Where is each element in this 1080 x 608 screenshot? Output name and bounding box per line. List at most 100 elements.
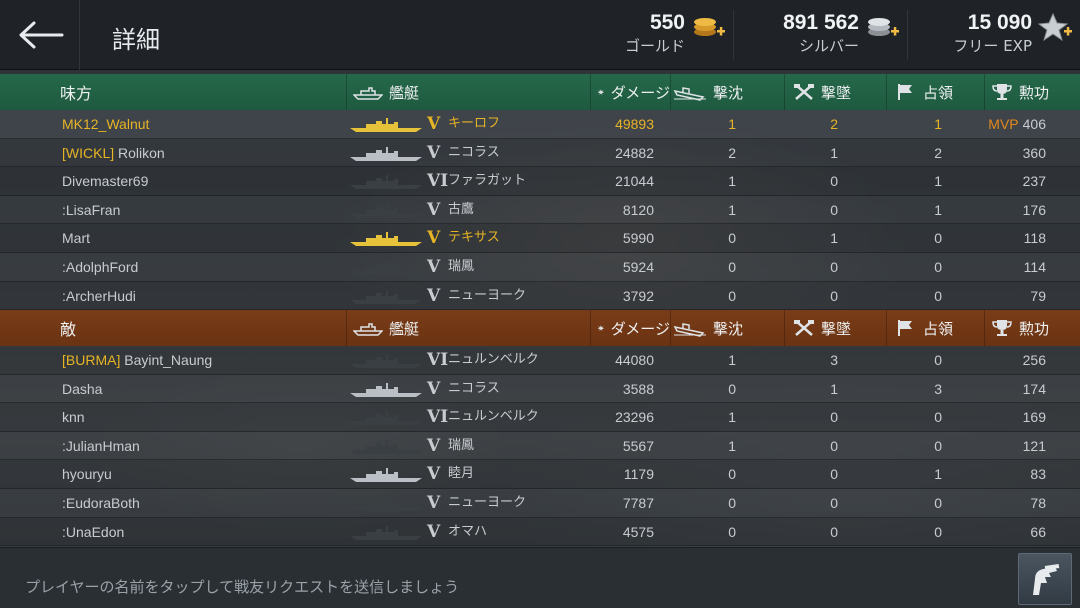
col-capture[interactable]: 占領 — [886, 74, 984, 110]
footer-bar: プレイヤーの名前をタップして戦友リクエストを送信しましょう — [0, 547, 1080, 608]
silver-label: シルバー — [798, 37, 859, 55]
player-name[interactable]: Mart — [62, 224, 90, 252]
capture-value: 0 — [934, 495, 942, 511]
player-name[interactable]: :LisaFran — [62, 196, 120, 224]
damage-value: 1179 — [623, 466, 654, 483]
player-row[interactable]: Dasha V ニコラス 3588 0 1 3 174 — [0, 374, 1080, 404]
friend-request-button[interactable] — [1018, 553, 1072, 605]
merit-value: 169 — [984, 403, 1046, 431]
player-row[interactable]: knn VI ニュルンベルク 23296 1 0 0 169 — [0, 403, 1080, 432]
kills-value: 2 — [728, 144, 736, 161]
kills-value: 1 — [728, 352, 736, 368]
col-capture[interactable]: 占領 — [886, 310, 984, 346]
merit-number: 79 — [1030, 287, 1046, 304]
merit-value: 360 — [984, 139, 1046, 167]
merit-number: 360 — [1022, 144, 1046, 161]
col-ship[interactable]: 艦艇 — [346, 310, 590, 346]
damage-value: 49893 — [615, 116, 654, 132]
merit-value: 174 — [984, 375, 1046, 403]
player-row[interactable]: Divemaster69 VI ファラガット 21044 1 0 1 237 — [0, 167, 1080, 196]
col-kills[interactable]: 撃沈 — [670, 74, 784, 110]
merit-number: 66 — [1030, 523, 1046, 540]
sinking-ship-icon — [673, 87, 706, 101]
player-name[interactable]: hyouryu — [62, 460, 112, 488]
footer-hint: プレイヤーの名前をタップして戦友リクエストを送信しましょう — [25, 578, 460, 596]
ship-tier: V — [427, 435, 441, 456]
player-name[interactable]: [WICKL] Rolikon — [62, 139, 165, 167]
kills-value: 0 — [728, 466, 736, 483]
player-row[interactable]: Mart V テキサス 5990 0 1 0 118 — [0, 224, 1080, 253]
explosion-icon — [597, 89, 605, 95]
player-name[interactable]: Divemaster69 — [62, 167, 148, 195]
gold-label: ゴールド — [624, 37, 685, 55]
gold-coins-icon — [694, 18, 725, 36]
player-row[interactable]: hyouryu V 睦月 1179 0 0 1 83 — [0, 460, 1080, 489]
col-merit-label: 勲功 — [1019, 83, 1050, 102]
player-row[interactable]: :UnaEdon V オマハ 4575 0 0 0 66 — [0, 517, 1080, 547]
col-kills[interactable]: 撃沈 — [670, 310, 784, 346]
friend-request-icon — [1033, 564, 1060, 595]
col-merit[interactable]: 勲功 — [984, 74, 1080, 110]
player-row[interactable]: :LisaFran V 古鷹 8120 1 0 1 176 — [0, 195, 1080, 225]
merit-value: 79 — [984, 282, 1046, 310]
col-merit[interactable]: 勲功 — [984, 310, 1080, 346]
col-planes[interactable]: 撃墜 — [784, 74, 886, 110]
player-row[interactable]: :JulianHman V 瑞鳳 5567 1 0 0 121 — [0, 431, 1080, 461]
merit-value: 176 — [984, 196, 1046, 224]
player-name[interactable]: :JulianHman — [62, 432, 140, 460]
merit-value: 66 — [984, 518, 1046, 546]
col-planes[interactable]: 撃墜 — [784, 310, 886, 346]
kills-value: 0 — [728, 523, 736, 540]
player-name-text: :UnaEdon — [62, 523, 125, 540]
col-planes-label: 撃墜 — [821, 83, 852, 102]
back-arrow-icon — [19, 21, 63, 49]
col-damage[interactable]: ダメージ — [590, 74, 670, 110]
player-name[interactable]: Dasha — [62, 375, 102, 403]
player-name[interactable]: :ArcherHudi — [62, 282, 136, 310]
back-button[interactable] — [0, 0, 80, 70]
col-ship[interactable]: 艦艇 — [346, 74, 590, 110]
ship-silhouette-icon — [350, 175, 422, 190]
silver-balance[interactable]: 891 562 シルバー — [734, 10, 908, 60]
merit-value: 121 — [984, 432, 1046, 460]
player-name[interactable]: :EudoraBoth — [62, 489, 140, 517]
planes-value: 0 — [830, 287, 838, 304]
capture-value: 1 — [934, 116, 942, 132]
free-exp-amount: 15 090 — [967, 11, 1032, 34]
player-row[interactable]: :AdolphFord V 瑞鳳 5924 0 0 0 114 — [0, 253, 1080, 282]
capture-value: 0 — [934, 437, 942, 454]
player-row[interactable]: MK12_Walnut V キーロフ 49893 1 2 1 MVP 406 — [0, 110, 1080, 139]
player-name[interactable]: [BURMA] Bayint_Naung — [62, 346, 212, 374]
ship-silhouette-icon — [350, 203, 422, 218]
player-name[interactable]: knn — [62, 403, 85, 431]
ship-silhouette-icon — [350, 439, 422, 454]
merit-value: 118 — [984, 224, 1046, 252]
ship-silhouette-icon — [350, 497, 422, 511]
col-ship-label: 艦艇 — [389, 319, 420, 338]
ship-silhouette-icon — [350, 232, 422, 247]
player-name[interactable]: :UnaEdon — [62, 518, 124, 546]
player-name-text: MK12_Walnut — [62, 116, 150, 132]
planes-value: 1 — [830, 230, 838, 247]
damage-value: 5567 — [622, 437, 654, 454]
player-row[interactable]: :ArcherHudi V ニューヨーク 3792 0 0 0 79 — [0, 281, 1080, 311]
player-name[interactable]: MK12_Walnut — [62, 110, 149, 138]
capture-value: 2 — [934, 144, 942, 161]
gold-balance[interactable]: 550 ゴールド — [600, 10, 734, 60]
col-damage[interactable]: ダメージ — [590, 310, 670, 346]
planes-value: 0 — [830, 173, 838, 190]
free-exp-balance[interactable]: 15 090 フリー EXP — [908, 10, 1080, 60]
player-name-text: :LisaFran — [62, 201, 121, 218]
player-row[interactable]: :EudoraBoth V ニューヨーク 7787 0 0 0 78 — [0, 489, 1080, 518]
player-row[interactable]: [BURMA] Bayint_Naung VI ニュルンベルク 44080 1 3 0 256 — [0, 346, 1080, 375]
merit-number: 174 — [1022, 380, 1046, 397]
merit-number: 169 — [1022, 409, 1046, 426]
player-name[interactable]: :AdolphFord — [62, 253, 138, 281]
player-row[interactable]: [WICKL] Rolikon V ニコラス 24882 2 1 2 360 — [0, 138, 1080, 168]
ship-tier: V — [427, 378, 441, 399]
merit-value: 237 — [984, 167, 1046, 195]
flag-icon — [898, 84, 912, 100]
ship-name: ニコラス — [448, 380, 500, 396]
player-name-text: Divemaster69 — [62, 173, 149, 190]
kills-value: 1 — [728, 409, 736, 426]
